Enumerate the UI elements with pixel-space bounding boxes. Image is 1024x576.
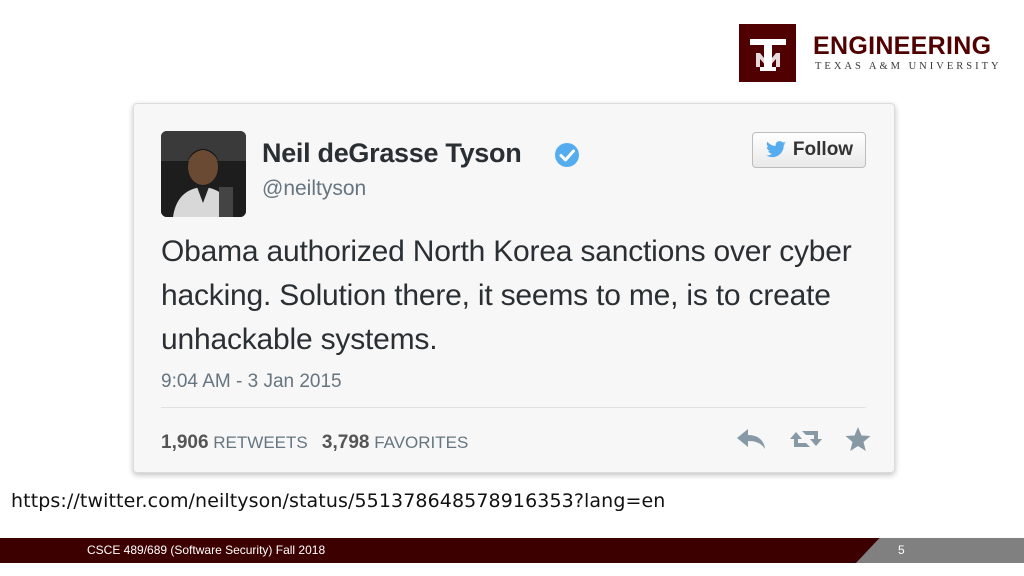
tweet-timestamp[interactable]: 9:04 AM - 3 Jan 2015 (161, 371, 342, 393)
tamu-monogram (739, 24, 796, 82)
author-name[interactable]: Neil deGrasse Tyson (262, 138, 522, 169)
author-handle[interactable]: @neiltyson (262, 177, 366, 201)
atm-monogram-icon (749, 39, 786, 71)
follow-label: Follow (792, 139, 854, 160)
favorite-star-icon[interactable] (844, 426, 872, 452)
retweets-label[interactable]: RETWEETS (213, 433, 307, 452)
tweet-card: Neil deGrasse Tyson @neiltyson Follow Ob… (133, 103, 895, 473)
tweet-actions (734, 426, 872, 452)
footer-course-label: CSCE 489/689 (Software Security) Fall 20… (87, 543, 326, 557)
source-url[interactable]: https://twitter.com/neiltyson/status/551… (11, 490, 665, 512)
avatar-photo (161, 131, 246, 217)
slide-page-number: 5 (898, 543, 905, 557)
favorites-count[interactable]: 3,798 (322, 432, 370, 453)
logo-title: ENGINEERING (813, 32, 992, 60)
slide-footer: CSCE 489/689 (Software Security) Fall 20… (0, 538, 1024, 563)
tweet-stats: 1,906 RETWEETS 3,798 FAVORITES (161, 432, 468, 454)
tweet-text: Obama authorized North Korea sanctions o… (161, 235, 852, 356)
retweet-icon[interactable] (788, 426, 824, 452)
avatar[interactable] (161, 131, 246, 217)
favorites-label[interactable]: FAVORITES (374, 433, 468, 452)
verified-icon (555, 143, 579, 167)
twitter-bird-icon (765, 141, 786, 158)
follow-button[interactable]: Follow (752, 132, 866, 168)
retweets-count[interactable]: 1,906 (161, 432, 209, 453)
reply-icon[interactable] (734, 426, 768, 452)
footer-accent (856, 538, 1024, 563)
logo-subtitle: TEXAS A&M UNIVERSITY (815, 61, 1002, 72)
tamu-engineering-logo: ENGINEERING TEXAS A&M UNIVERSITY (739, 24, 1009, 82)
divider (161, 407, 866, 408)
